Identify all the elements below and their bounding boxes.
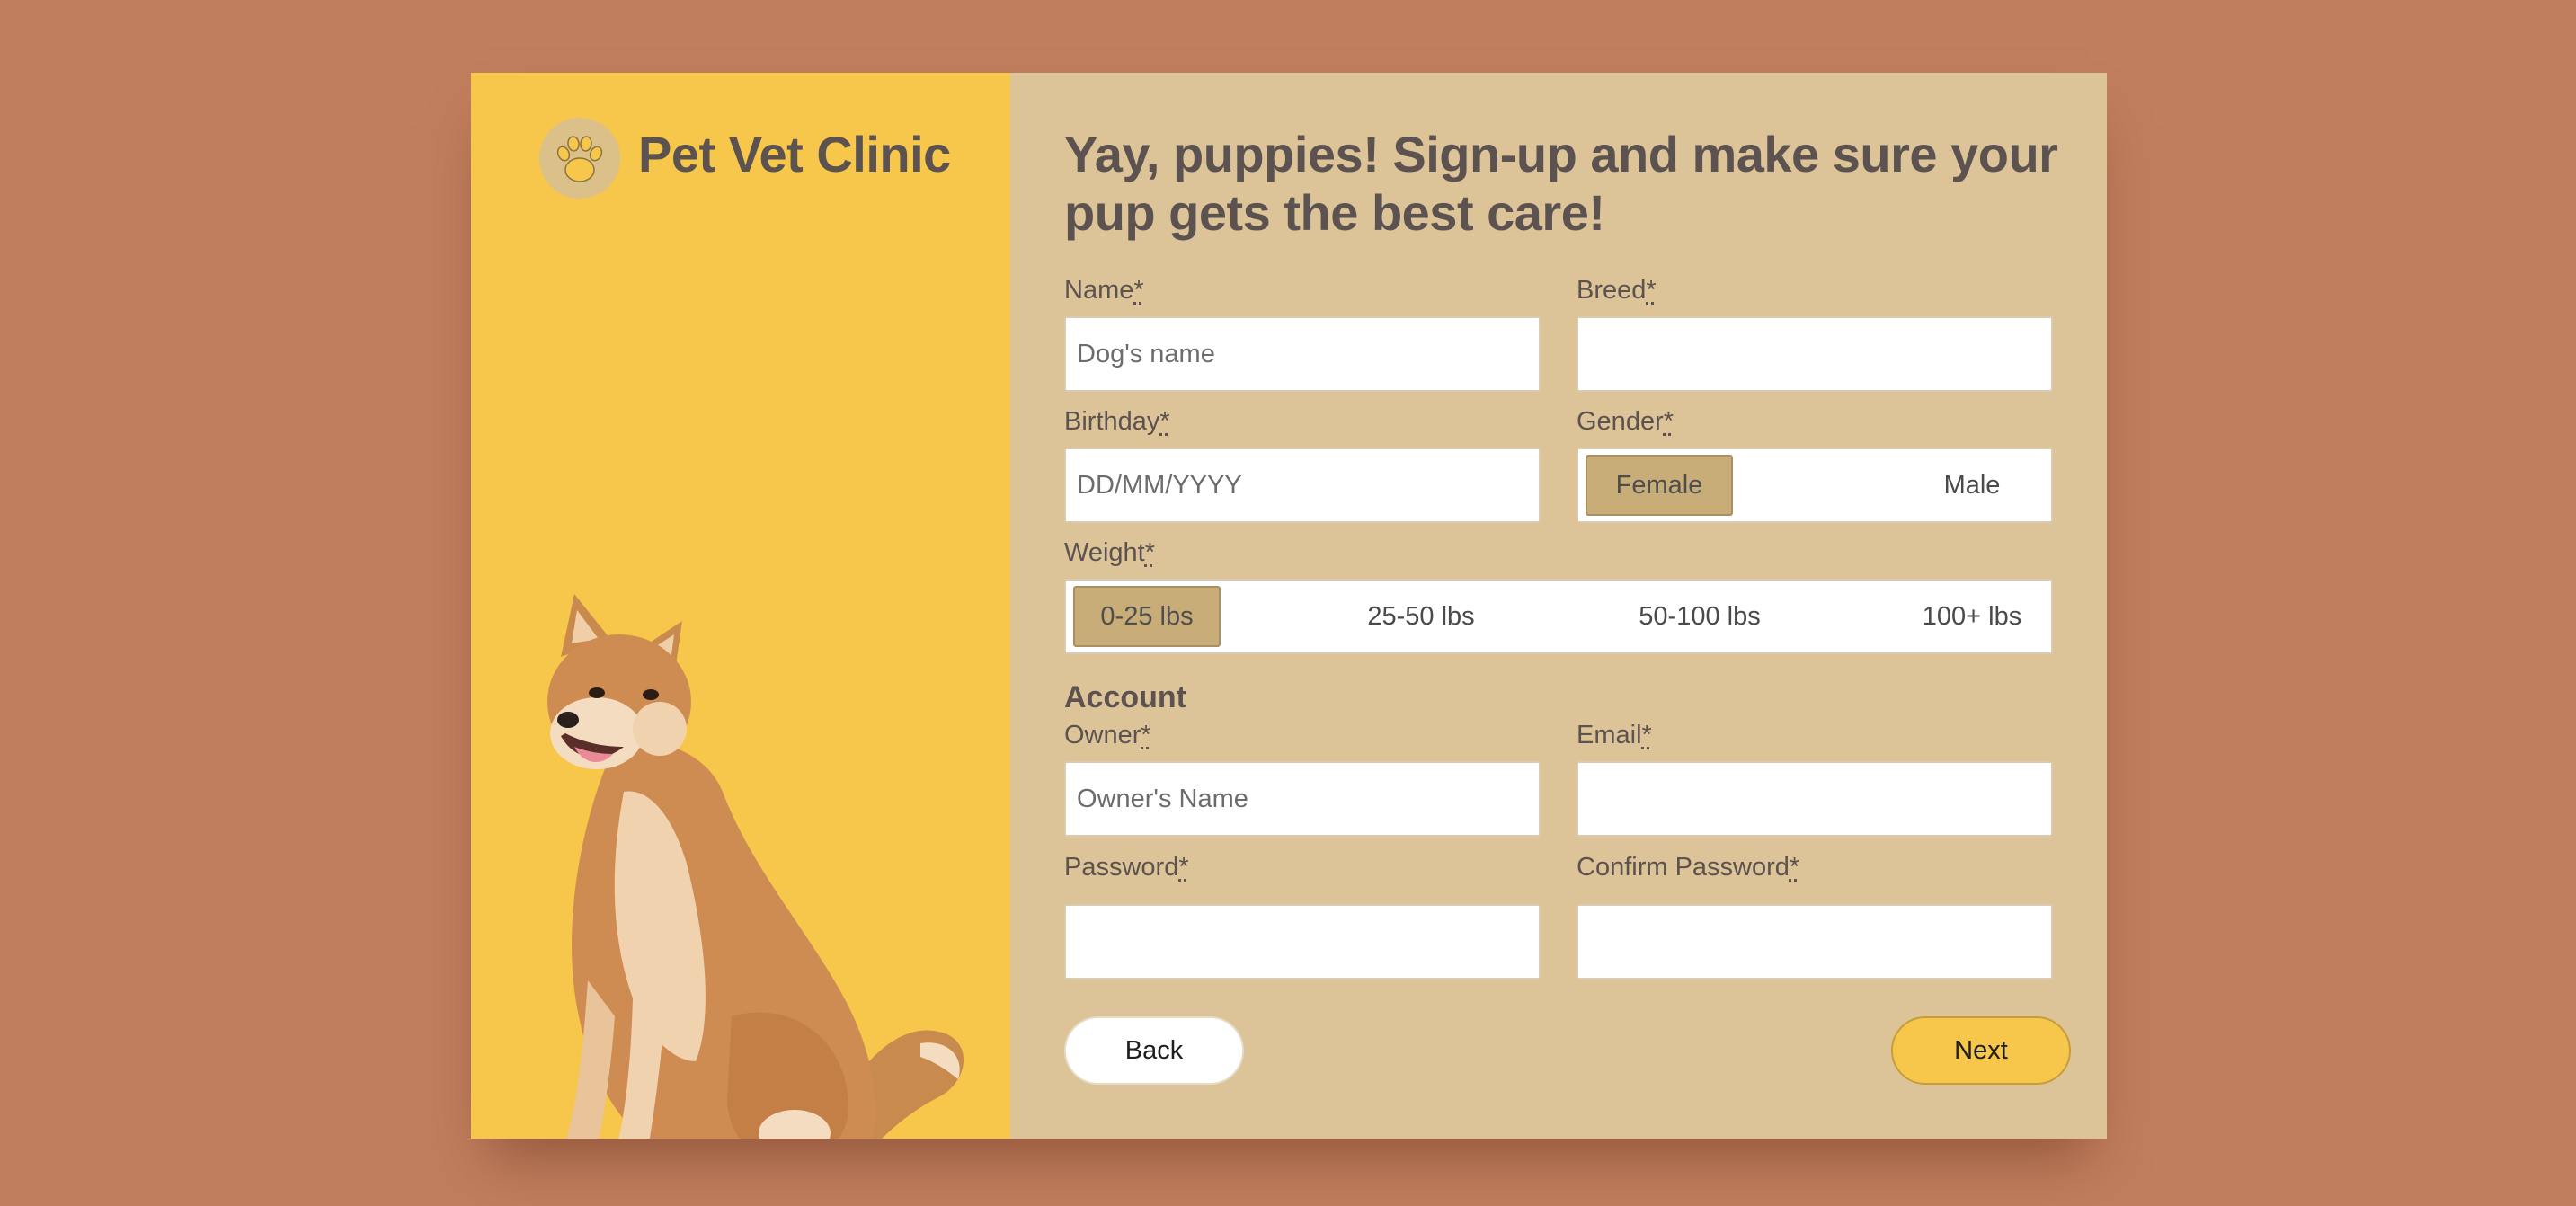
- weight-label: Weight*: [1064, 538, 1155, 568]
- signup-card: Pet Vet Clinic Yay, puppies! Sign-up and…: [471, 73, 2107, 1139]
- weight-option-50-100[interactable]: 50-100 lbs: [1605, 586, 1794, 647]
- form-headline: Yay, puppies! Sign-up and make sure your…: [1064, 126, 2058, 241]
- required-marker: *: [1646, 276, 1657, 305]
- weight-option-25-50[interactable]: 25-50 lbs: [1331, 586, 1511, 647]
- owner-label: Owner*: [1064, 721, 1151, 750]
- password-label-text: Password: [1064, 853, 1179, 882]
- breed-input[interactable]: [1577, 316, 2053, 392]
- password-label: Password*: [1064, 853, 1189, 882]
- gender-label-text: Gender: [1577, 407, 1664, 436]
- name-label: Name*: [1064, 276, 1144, 306]
- weight-label-text: Weight: [1064, 538, 1145, 567]
- owner-name-input[interactable]: [1064, 761, 1541, 837]
- gender-selector: Female Male: [1577, 448, 2053, 523]
- gender-option-female[interactable]: Female: [1586, 455, 1733, 516]
- weight-selector: 0-25 lbs 25-50 lbs 50-100 lbs 100+ lbs: [1064, 579, 2053, 654]
- dog-name-input[interactable]: [1064, 316, 1541, 392]
- gender-label: Gender*: [1577, 407, 1674, 437]
- email-label-text: Email: [1577, 721, 1642, 749]
- required-marker: *: [1144, 538, 1156, 567]
- account-heading: Account: [1064, 680, 1186, 714]
- required-marker: *: [1141, 721, 1151, 749]
- required-marker: *: [1159, 407, 1170, 436]
- birthday-input[interactable]: [1064, 448, 1541, 523]
- required-marker: *: [1663, 407, 1674, 436]
- brand-title: Pet Vet Clinic: [638, 126, 951, 182]
- birthday-label-text: Birthday: [1064, 407, 1160, 436]
- required-marker: *: [1789, 853, 1800, 882]
- password-input[interactable]: [1064, 904, 1541, 980]
- breed-label: Breed*: [1577, 276, 1657, 306]
- brand-panel: Pet Vet Clinic: [471, 73, 1010, 1139]
- confirm-password-input[interactable]: [1577, 904, 2053, 980]
- paw-icon: [556, 136, 603, 182]
- gender-option-male[interactable]: Male: [1898, 455, 2046, 516]
- confirm-password-label-text: Confirm Password: [1577, 853, 1790, 882]
- confirm-password-label: Confirm Password*: [1577, 853, 1799, 882]
- email-label: Email*: [1577, 721, 1652, 750]
- required-marker: *: [1178, 853, 1189, 882]
- back-button[interactable]: Back: [1064, 1016, 1244, 1085]
- logo-badge: [539, 118, 620, 199]
- weight-option-0-25[interactable]: 0-25 lbs: [1073, 586, 1221, 647]
- shiba-dog-photo: [547, 594, 964, 1139]
- name-label-text: Name: [1064, 276, 1134, 305]
- required-marker: *: [1641, 721, 1652, 749]
- signup-form: Yay, puppies! Sign-up and make sure your…: [1010, 73, 2107, 1139]
- weight-option-100-plus[interactable]: 100+ lbs: [1891, 586, 2053, 647]
- next-button[interactable]: Next: [1891, 1016, 2071, 1085]
- owner-label-text: Owner: [1064, 721, 1141, 749]
- required-marker: *: [1133, 276, 1144, 305]
- email-input[interactable]: [1577, 761, 2053, 837]
- breed-label-text: Breed: [1577, 276, 1647, 305]
- birthday-label: Birthday*: [1064, 407, 1170, 437]
